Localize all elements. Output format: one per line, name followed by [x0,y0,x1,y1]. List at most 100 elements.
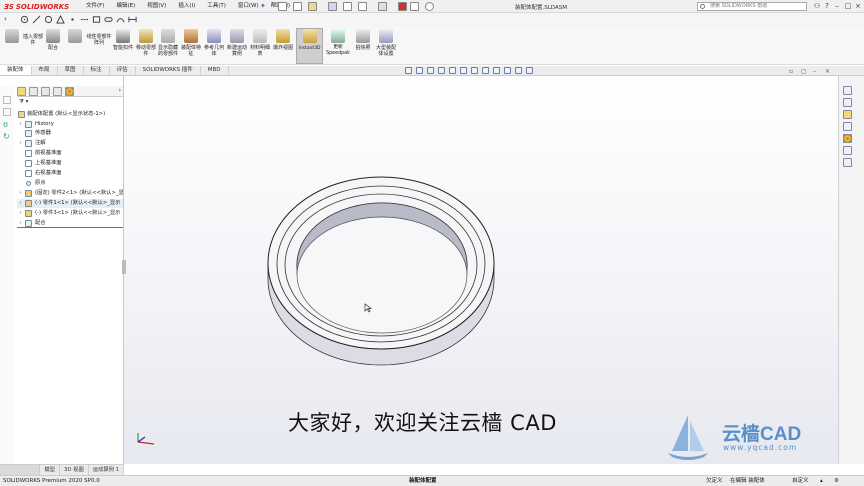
expand-icon[interactable]: › [18,219,23,227]
minimize-icon[interactable]: – [832,1,842,11]
new-motion-study-button[interactable]: 新建运动算例 [226,29,248,57]
mate-button[interactable]: 配合 [45,29,61,51]
insert-component-label-button[interactable]: 插入零部件 [22,34,44,46]
solidworks-logo[interactable]: ƎS SOLIDWORKS [4,1,69,12]
large-assembly-settings-button[interactable]: 大型装配体设置 [374,29,398,57]
rebuild-icon[interactable] [398,2,407,11]
tree-root[interactable]: 装配体配置 (默认<显示状态-1>) [17,110,123,119]
side-tool-1-icon[interactable] [3,96,11,104]
status-options-icon[interactable]: ⚙ [834,476,839,486]
tab-mbd[interactable]: MBD [201,66,229,75]
status-expand-icon[interactable]: ▴ [820,476,823,486]
reference-geometry-button[interactable]: 参考几何体 [203,29,225,57]
circle-tool-icon[interactable] [20,15,29,24]
graphics-minimize-icon[interactable]: – [813,68,816,75]
dimension-tool-icon[interactable] [128,15,137,24]
custom-properties-icon[interactable] [843,146,852,155]
linear-pattern-button[interactable] [63,29,87,45]
graphics-close-icon[interactable]: × [825,68,830,75]
tab-evaluate[interactable]: 评估 [110,66,136,75]
arrow-icon[interactable]: ‹ [4,15,7,23]
tree-item-history[interactable]: › History [17,120,123,129]
panel-collapse-handle[interactable] [122,260,126,274]
graphics-restore-icon[interactable]: ▫ [789,68,793,75]
tab-layout[interactable]: 布局 [32,66,58,75]
graphics-area[interactable] [124,76,838,464]
menu-view[interactable]: 视图(V) [141,2,172,11]
display-style-icon[interactable] [471,67,478,74]
user-icon[interactable]: ⚇ [812,1,822,11]
help-search-input[interactable]: 搜索 SOLIDWORKS 帮助 [697,2,807,11]
menu-insert[interactable]: 插入(I) [172,2,201,11]
tab-assembly[interactable]: 装配体 [0,66,32,75]
line-tool-icon[interactable] [32,15,41,24]
tab-model[interactable]: 模型 [40,465,61,475]
point-tool-icon[interactable] [68,15,77,24]
file-explorer-icon[interactable] [843,110,852,119]
graphics-maximize-icon[interactable]: ▢ [801,68,807,75]
view-settings-icon[interactable] [515,67,522,74]
expand-icon[interactable]: › [18,120,23,129]
linear-pattern-label-button[interactable]: 线性零部件阵列 [85,34,113,46]
appearances-icon[interactable] [843,134,852,143]
exploded-view-button[interactable]: 爆炸视图 [272,29,294,51]
side-tool-4-icon[interactable]: ↻ [3,132,11,141]
tree-item-sensors[interactable]: 传感器 [17,129,123,138]
status-units[interactable]: 自定义 [792,476,809,486]
polygon-tool-icon[interactable] [56,15,65,24]
centerline-tool-icon[interactable] [80,15,89,24]
file-properties-icon[interactable] [410,2,419,11]
expand-icon[interactable]: › [18,209,23,218]
open-icon[interactable] [308,2,317,11]
tree-item-part3[interactable]: › (-) 零件3<1> (默认<<默认>_显示 [17,209,123,218]
close-icon[interactable]: × [853,1,863,11]
options-icon[interactable] [425,2,434,11]
apply-scene-icon[interactable] [504,67,511,74]
tree-item-part1[interactable]: › (-) 零件1<1> (默认<<默认>_显示 [17,199,123,208]
scroll-arrows-icon[interactable] [0,465,41,475]
undo-icon[interactable] [358,2,367,11]
tree-item-front-plane[interactable]: 前视基准面 [17,149,123,158]
tree-item-part2[interactable]: › (固定) 零件2<1> (默认<<默认>_显 [17,189,123,198]
select-icon[interactable] [378,2,387,11]
resources-icon[interactable] [843,86,852,95]
show-hidden-components-button[interactable]: 显示隐藏的零部件 [157,29,179,57]
arc-tool-icon[interactable] [116,15,125,24]
circle2-tool-icon[interactable] [44,15,53,24]
expand-icon[interactable]: › [18,139,23,148]
maximize-icon[interactable]: □ [843,1,853,11]
help-icon[interactable]: ? [822,1,832,11]
side-tool-2-icon[interactable] [3,108,11,116]
ring-part-model[interactable] [264,171,504,381]
side-tool-3-icon[interactable]: ʊ [3,120,11,129]
tab-markup[interactable]: 标注 [84,66,110,75]
save-icon[interactable] [328,2,337,11]
tree-item-right-plane[interactable]: 右视基准面 [17,169,123,178]
forum-icon[interactable] [843,158,852,167]
print-icon[interactable] [343,2,352,11]
previous-view-icon[interactable] [427,67,434,74]
expand-icon[interactable]: › [18,189,23,198]
tree-item-top-plane[interactable]: 上视基准面 [17,159,123,168]
section-view-icon[interactable] [438,67,445,74]
move-component-button[interactable]: 移动零部件 [135,29,157,57]
dimxpert-manager-icon[interactable] [53,87,62,96]
edit-appearance-icon[interactable] [493,67,500,74]
tree-item-mates[interactable]: › 配合 [17,219,123,228]
hide-show-items-icon[interactable] [482,67,489,74]
tree-item-annotations[interactable]: › 注解 [17,139,123,148]
insert-components-button[interactable] [2,29,22,45]
tree-item-origin[interactable]: 原点 [17,179,123,188]
dynamic-annotation-icon[interactable] [449,67,456,74]
update-speedpak-button[interactable]: 更新Speedpak [324,29,352,57]
new-document-icon[interactable] [293,2,302,11]
menu-file[interactable]: 文件(F) [80,2,110,11]
display-manager-icon[interactable] [65,87,74,96]
bill-of-materials-button[interactable]: 材料明细表 [249,29,271,57]
assembly-features-button[interactable]: 装配体特征 [180,29,202,57]
menu-tools[interactable]: 工具(T) [201,2,232,11]
feature-manager-icon[interactable] [17,87,26,96]
tab-3d-views[interactable]: 3D 视图 [60,465,89,475]
take-snapshot-button[interactable]: 拍快照 [352,29,374,51]
tab-motion-study[interactable]: 运动算例 1 [89,465,124,475]
